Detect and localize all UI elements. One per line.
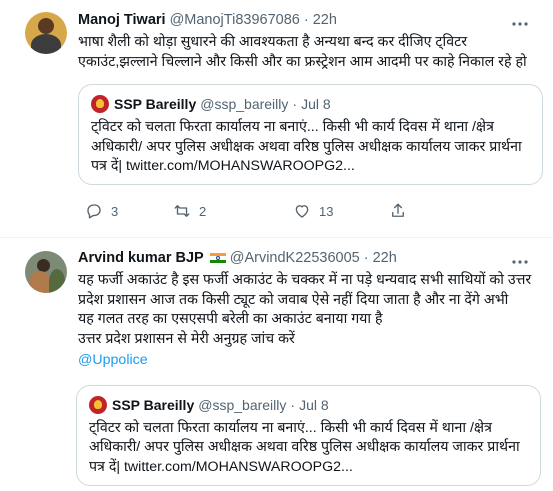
avatar[interactable] xyxy=(25,251,67,293)
user-handle[interactable]: @ArvindK22536005 xyxy=(230,250,360,266)
tweet-actions: 3 2 13 xyxy=(78,201,539,221)
quoted-timestamp: Jul 8 xyxy=(299,396,329,413)
reply-count: 3 xyxy=(111,203,119,219)
like-count: 13 xyxy=(319,203,334,219)
tweet-text: यह फर्जी अकाउंट है इस फर्जी अकाउंट के चक… xyxy=(78,272,532,347)
separator-dot: · xyxy=(303,12,309,28)
tweet[interactable]: Manoj Tiwari @ManojTi83967086 · 22h भाषा… xyxy=(0,0,553,238)
share-button[interactable] xyxy=(389,202,407,220)
quoted-tweet-header: SSP Bareilly @ssp_bareilly · Jul 8 xyxy=(89,395,528,414)
quoted-display-name: SSP Bareilly xyxy=(114,96,197,112)
tweet-timestamp[interactable]: 22h xyxy=(313,12,337,28)
more-dots-icon[interactable] xyxy=(511,252,529,268)
india-flag-icon xyxy=(209,252,226,264)
more-dots-icon[interactable] xyxy=(511,14,529,30)
quoted-tweet[interactable]: SSP Bareilly @ssp_bareilly · Jul 8 ट्विट… xyxy=(78,84,543,185)
quoted-tweet[interactable]: SSP Bareilly @ssp_bareilly · Jul 8 ट्विट… xyxy=(76,384,541,486)
quoted-tweet-header: SSP Bareilly @ssp_bareilly · Jul 8 xyxy=(91,95,530,113)
tweet-timestamp[interactable]: 22h xyxy=(373,250,397,266)
separator-dot: · xyxy=(290,396,296,413)
heart-icon xyxy=(295,205,309,218)
quoted-tweet-text: ट्विटर को चलता फिरता कार्यालय ना बनाएं..… xyxy=(89,419,520,475)
tweet-header: Manoj Tiwari @ManojTi83967086 · 22h xyxy=(78,9,539,31)
retweet-icon xyxy=(174,205,190,217)
mention-link[interactable]: @Uppolice xyxy=(78,351,539,371)
quoted-avatar xyxy=(91,95,109,113)
tweet-header: Arvind kumar BJP @ArvindK22536005 · 22h xyxy=(78,247,539,269)
quoted-timestamp: Jul 8 xyxy=(301,96,331,112)
tweet-text: भाषा शैली को थोड़ा सुधारने की आवश्यकता ह… xyxy=(78,34,527,70)
quoted-user-handle: @ssp_bareilly xyxy=(198,396,287,413)
quoted-avatar xyxy=(89,395,107,414)
avatar[interactable] xyxy=(25,12,67,54)
display-name[interactable]: Arvind kumar BJP xyxy=(78,250,204,266)
reply-button[interactable]: 3 xyxy=(85,202,173,220)
user-handle[interactable]: @ManojTi83967086 xyxy=(170,12,300,28)
separator-dot: · xyxy=(292,96,298,112)
tweet[interactable]: Arvind kumar BJP @ArvindK22536005 · 22h … xyxy=(0,238,553,491)
like-button[interactable]: 13 xyxy=(293,202,389,220)
separator-dot: · xyxy=(363,250,369,266)
quoted-user-handle: @ssp_bareilly xyxy=(200,96,289,112)
display-name[interactable]: Manoj Tiwari xyxy=(78,12,166,28)
retweet-count: 2 xyxy=(199,203,207,219)
quoted-tweet-text: ट्विटर को चलता फिरता कार्यालय ना बनाएं..… xyxy=(91,119,522,174)
retweet-button[interactable]: 2 xyxy=(173,202,293,220)
quoted-display-name: SSP Bareilly xyxy=(112,396,195,413)
reply-icon xyxy=(87,204,101,219)
share-icon xyxy=(392,203,404,217)
